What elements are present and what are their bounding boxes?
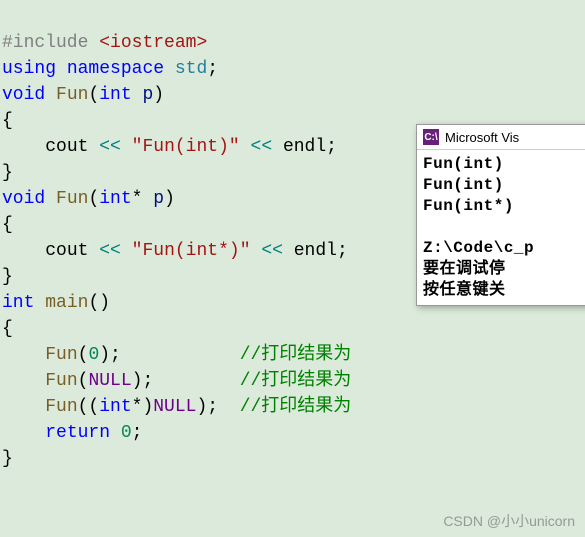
semicolon: ; xyxy=(132,423,143,443)
id-endl: endl xyxy=(283,137,326,157)
param-p: p xyxy=(142,85,153,105)
console-line: Fun(int) xyxy=(423,155,504,173)
kw-return: return xyxy=(45,423,110,443)
kw-void: void xyxy=(2,85,45,105)
op-insert: << xyxy=(99,137,121,157)
op-insert: << xyxy=(99,241,121,261)
ns-std: std xyxy=(175,59,207,79)
call-fun-cast-null: Fun xyxy=(45,397,77,417)
console-output: Fun(int) Fun(int) Fun(int*) Z:\Code\c_p … xyxy=(417,150,585,305)
brace-open: { xyxy=(2,111,13,131)
semicolon: ; xyxy=(326,137,337,157)
id-cout: cout xyxy=(45,137,88,157)
string-fun-int: "Fun(int)" xyxy=(132,137,240,157)
op-insert: << xyxy=(251,137,273,157)
param-p: p xyxy=(153,189,164,209)
console-line: Fun(int*) xyxy=(423,197,514,215)
brace-close: } xyxy=(2,163,13,183)
preproc-directive: #include xyxy=(2,33,88,53)
kw-int: int xyxy=(99,85,131,105)
vs-icon: C:\ xyxy=(423,129,439,145)
op-insert: << xyxy=(261,241,283,261)
num-zero: 0 xyxy=(121,423,132,443)
watermark: CSDN @小小unicorn xyxy=(443,511,575,531)
console-title-text: Microsoft Vis xyxy=(445,130,519,145)
func-main: main xyxy=(45,293,88,313)
brace-close: } xyxy=(2,267,13,287)
console-line: 要在调试停 xyxy=(423,260,506,278)
comment-1: //打印结果为 xyxy=(240,345,352,365)
comment-3: //打印结果为 xyxy=(240,397,352,417)
console-line: 按任意键关 xyxy=(423,281,506,299)
console-line: Fun(int) xyxy=(423,176,504,194)
call-fun-null: Fun xyxy=(45,371,77,391)
comment-2: //打印结果为 xyxy=(240,371,352,391)
num-zero: 0 xyxy=(88,345,99,365)
console-line: Z:\Code\c_p xyxy=(423,239,534,257)
macro-null: NULL xyxy=(88,371,131,391)
call-fun-0: Fun xyxy=(45,345,77,365)
id-cout: cout xyxy=(45,241,88,261)
kw-int: int xyxy=(2,293,34,313)
kw-namespace: namespace xyxy=(67,59,164,79)
kw-int: int xyxy=(99,189,131,209)
kw-int: int xyxy=(99,397,131,417)
include-header: <iostream> xyxy=(99,33,207,53)
func-fun-intptr: Fun xyxy=(56,189,88,209)
console-titlebar[interactable]: C:\ Microsoft Vis xyxy=(417,125,585,150)
string-fun-intptr: "Fun(int*)" xyxy=(132,241,251,261)
semicolon: ; xyxy=(337,241,348,261)
id-endl: endl xyxy=(294,241,337,261)
brace-close: } xyxy=(2,449,13,469)
macro-null: NULL xyxy=(153,397,196,417)
kw-void: void xyxy=(2,189,45,209)
brace-open: { xyxy=(2,215,13,235)
brace-open: { xyxy=(2,319,13,339)
console-window[interactable]: C:\ Microsoft Vis Fun(int) Fun(int) Fun(… xyxy=(416,124,585,306)
semicolon: ; xyxy=(207,59,218,79)
func-fun-int: Fun xyxy=(56,85,88,105)
kw-using: using xyxy=(2,59,56,79)
